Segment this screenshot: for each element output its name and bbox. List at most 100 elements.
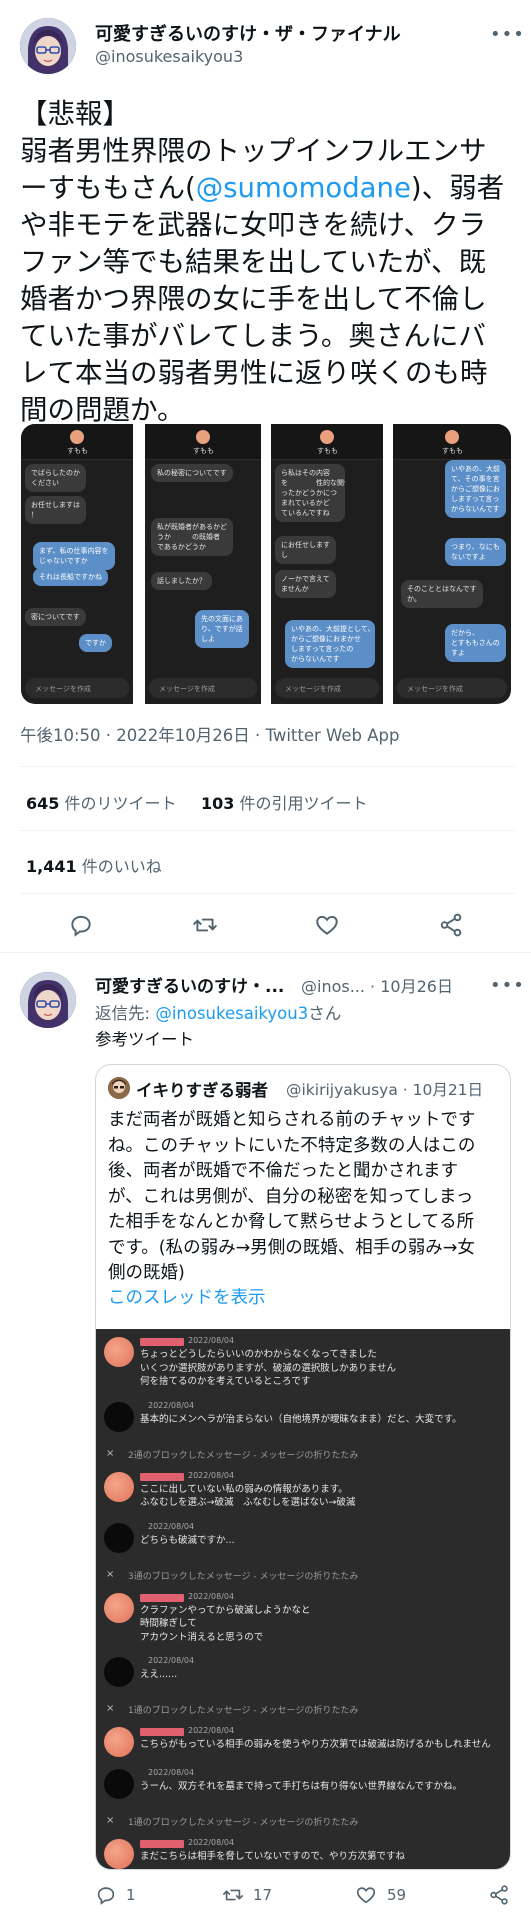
received-message-bubble: ノーかで言えて ませんか [275,570,336,598]
retweet-icon[interactable] [222,1884,244,1906]
retweet-count: 17 [253,1886,273,1904]
anonymous-avatar-icon [104,1769,134,1799]
reply-author-avatar[interactable] [20,972,76,1028]
peach-avatar-icon [70,430,84,444]
message-input: メッセージを作成 [275,678,379,698]
redaction-bar [140,1840,184,1848]
chat-message: 2022/08/04 ええ...... [96,1655,510,1691]
heart-icon[interactable] [355,1884,377,1906]
anonymous-avatar-icon [104,1657,134,1687]
heart-icon[interactable] [314,912,340,938]
reply-handle-date[interactable]: @inos... · 10月26日 [301,973,453,997]
quote-text-line: 側の既婚) [108,1263,185,1283]
likes-label: 件のいいね [76,857,162,876]
tweet-text-line: 婚者かつ界隈の女に手を出して不倫し [20,283,487,315]
tweet-text-line: や非モテを武器に女叩きを続け、クラ [20,209,487,241]
message-input: メッセージを作成 [25,678,129,698]
peach-avatar-icon [104,1727,134,1757]
quotes-stat[interactable]: 103 件の引用ツイート [201,790,368,814]
message-date: 2022/08/04 [188,1838,235,1847]
message-text: どちらも破滅ですか... [140,1534,235,1546]
received-message-bubble: お任せしますは ！ [25,496,86,524]
share-icon[interactable] [438,912,464,938]
tweet-text: 【悲報】弱者男性界隈のトップインフルエンサ ーすももさん(@sumomodane)… [20,96,515,429]
message-date: 2022/08/04 [188,1336,235,1345]
more-horizontal-icon[interactable]: ••• [490,24,525,45]
tweet-meta[interactable]: 午後10:50 · 2022年10月26日 · Twitter Web App [20,722,400,746]
quote-chat-image: 2022/08/04 ちょっとどうしたらいいのかわからなくなってきました いくつか… [96,1329,510,1869]
redaction-bar [140,1728,184,1736]
quote-author-avatar [108,1077,130,1099]
chat-screenshot[interactable]: すもも でばらしたのか ください お任せしますは ！ まず、私の仕事内容を じゃないで… [21,424,133,704]
reply-to-suffix: さん [308,1004,342,1023]
blocked-messages-text: 1通のブロックしたメッセージ - メッセージの折りたたみ [128,1706,359,1716]
retweets-stat[interactable]: 645 件のリツイート [26,790,177,814]
message-date: 2022/08/04 [188,1470,235,1480]
peach-avatar-icon [104,1471,134,1502]
peach-avatar-icon [320,430,334,444]
thread-separator [0,952,531,953]
more-horizontal-icon[interactable]: ••• [490,975,525,996]
blocked-messages-text: 2通のブロックしたメッセージ - メッセージの折りたたみ [128,1450,359,1461]
chat-screenshot[interactable]: すもも 私の秘密についてです 私が既婚者があるかど うか の既婚者 であるかどうか話… [145,424,261,704]
close-icon: × [106,1815,115,1826]
like-count: 59 [387,1886,407,1904]
likes-count: 1,441 [26,857,77,876]
divider [20,830,515,831]
reply-author-name[interactable]: 可愛すぎるいのすけ・... [95,972,284,997]
message-date: 2022/08/04 [148,1521,195,1531]
divider [20,893,515,894]
reply-icon[interactable] [95,1884,117,1906]
tweet-text-line: ーすももさん(@sumomodane)、弱者 [20,170,515,207]
share-icon[interactable] [488,1884,510,1906]
quotes-label: 件の引用ツイート [234,794,368,813]
message-text: ちょっとどうしたらいいのかわからなくなってきました いくつか選択肢がありますが、… [140,1349,397,1387]
tweet-text-line: レて本当の弱者男性に返り咲くのも時 [20,357,488,389]
reply-icon[interactable] [68,912,94,938]
chat-message: 2022/08/04 どちらも破滅ですか... [96,1521,510,1557]
reply-text: 参考ツイート [95,1030,194,1049]
chat-screenshot[interactable]: すももら私はその内容 を 性的な関係 ったかどうかにつ まれているかど ているん… [271,424,383,704]
quote-text: まだ両者が既婚と知らされる前のチャットです ね。このチャットにいた不特定多数の人は… [108,1108,506,1287]
author-avatar[interactable] [20,18,76,74]
show-thread-link[interactable]: このスレッドを表示 [108,1284,266,1309]
chat-header: すもも [21,424,133,460]
blocked-messages-text: 1通のブロックしたメッセージ - メッセージの折りたたみ [128,1818,359,1828]
tweet-media[interactable]: すもも でばらしたのか ください お任せしますは ！ まず、私の仕事内容を じゃないで… [21,424,511,704]
chat-username: すもも [67,447,88,455]
message-date: 2022/08/04 [148,1768,195,1777]
blocked-messages-text: 3通のブロックしたメッセージ - メッセージの折りたたみ [128,1571,359,1582]
sent-message-bubble: いやあの、大前 て、その事を言 からご想像にお しますって言っ からないんです [445,460,506,518]
chat-message: 2022/08/04 ここに出していない私の弱みの情報があります。 ふなむしを選ぶ… [96,1470,510,1515]
likes-stat[interactable]: 1,441 件のいいね [26,853,162,877]
chat-screenshot[interactable]: すもも そのこととはなんです か。 いやあの、大前 て、その事を言 からご想像にお … [393,424,511,704]
received-message-bubble: 私が既婚者があるかど うか の既婚者 であるかどうか [151,518,233,556]
retweets-label: 件のリツイート [59,794,177,813]
reply-to-label: 返信先: [95,1004,156,1023]
message-text: こちらがもっている相手の弱みを使うやり方次第では破滅は防げるかもしれません [140,1739,491,1750]
chat-username: すもも [442,447,463,455]
received-message-bubble: にお任せします し [275,536,336,564]
anonymous-avatar-icon [104,1401,134,1432]
retweet-icon[interactable] [192,912,218,938]
sent-message-bubble: ですか [79,634,112,652]
sent-message-bubble: つまり、なにも ないですよ [445,538,506,566]
peach-avatar-icon [104,1839,134,1869]
blocked-messages-row: × 1通のブロックしたメッセージ - メッセージの折りたたみ [96,1811,510,1831]
retweets-count: 645 [26,794,60,813]
message-date: 2022/08/04 [148,1656,195,1665]
quote-tweet-card[interactable]: イキりすぎる弱者 @ikirijyakusya · 10月21日 まだ両者が既婚… [95,1064,511,1870]
author-name[interactable]: 可愛すぎるいのすけ・ザ・ファイナル [95,20,401,46]
tweet-text-line: 弱者男性界隈のトップインフルエンサ [20,135,487,167]
close-icon: × [106,1447,115,1459]
received-message-bubble: でばらしたのか ください [25,464,86,492]
quote-author-name: イキりすぎる弱者 [136,1081,268,1100]
reply-to-mention[interactable]: @inosukesaikyou3 [155,1004,308,1023]
mention-link[interactable]: @sumomodane [196,172,411,204]
peach-avatar-icon [104,1337,134,1367]
tweet-text-line: 【悲報】 [20,98,130,130]
quote-text-line: ね。このチャットにいた不特定多数の人はこの [108,1135,476,1156]
reply-to: 返信先: @inosukesaikyou3さん [95,1000,341,1024]
blocked-messages-row: × 3通のブロックしたメッセージ - メッセージの折りたたみ [96,1565,510,1585]
author-handle[interactable]: @inosukesaikyou3 [95,47,243,66]
